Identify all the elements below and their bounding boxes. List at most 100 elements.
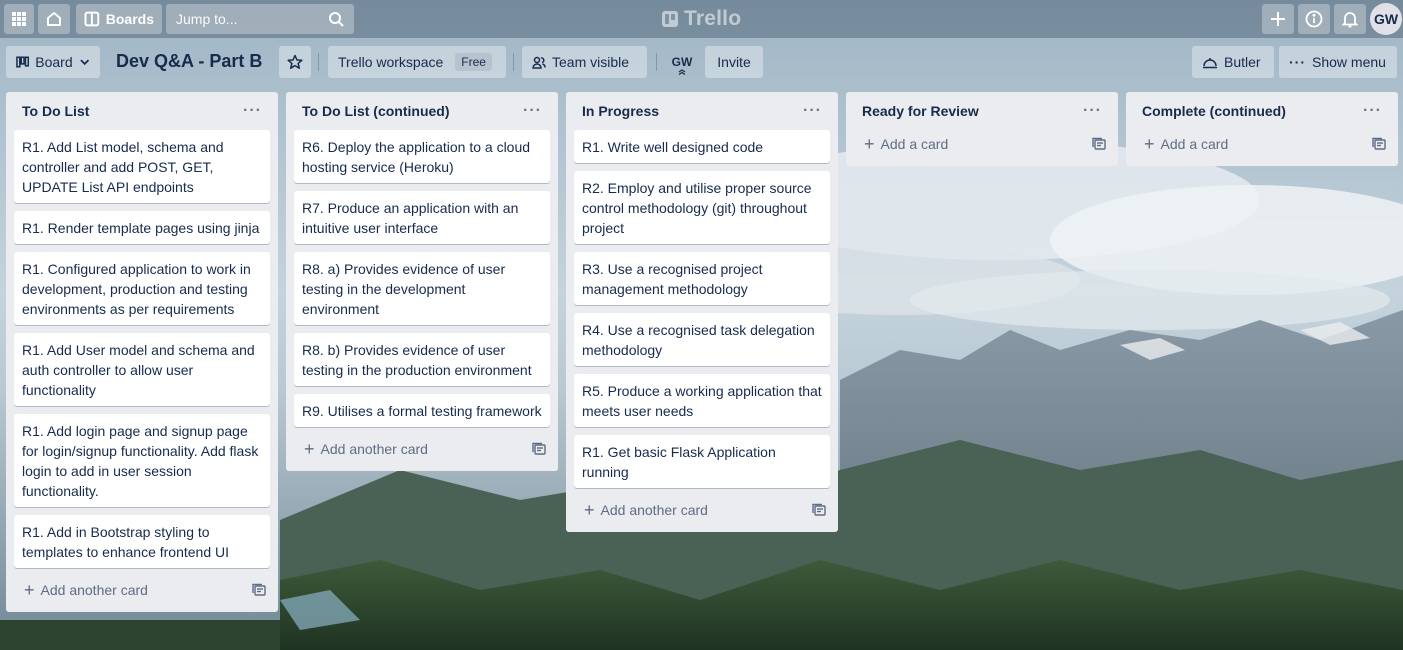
card[interactable]: R6. Deploy the application to a cloud ho… [294,130,550,183]
visibility-button[interactable]: Team visible [522,46,647,78]
list-in-progress: In Progress ··· R1. Write well designed … [566,92,838,532]
search-placeholder: Jump to... [176,11,238,27]
plus-icon: + [304,439,315,459]
card[interactable]: R1. Configured application to work in de… [14,252,270,325]
grid-icon [12,12,26,26]
add-card-button[interactable]: + Add another card [294,435,550,463]
card[interactable]: R1. Get basic Flask Application running [574,435,830,488]
list-complete-continued: Complete (continued) ··· + Add a card [1126,92,1398,166]
workspace-button[interactable]: Trello workspace Free [328,46,506,78]
add-card-label: Add a card [1160,136,1229,152]
list-title[interactable]: To Do List [22,103,89,119]
card[interactable]: R8. b) Provides evidence of user testing… [294,333,550,386]
list-title[interactable]: In Progress [582,103,659,119]
list-header[interactable]: In Progress ··· [574,92,830,130]
chevron-down-icon [79,59,89,66]
board-view-switcher[interactable]: Board [6,46,100,78]
card[interactable]: R4. Use a recognised task delegation met… [574,313,830,366]
card[interactable]: R1. Add List model, schema and controlle… [14,130,270,203]
card[interactable]: R7. Produce an application with an intui… [294,191,550,244]
list-menu-icon[interactable]: ··· [1083,103,1102,119]
card[interactable]: R8. a) Provides evidence of user testing… [294,252,550,325]
list-menu-icon[interactable]: ··· [803,103,822,119]
card[interactable]: R1. Render template pages using jinja [14,211,270,244]
list-ready-for-review: Ready for Review ··· + Add a card [846,92,1118,166]
card-template-icon[interactable] [812,503,826,517]
add-card-label: Add another card [600,502,708,518]
plus-icon: + [864,134,875,154]
butler-button[interactable]: Butler [1192,46,1274,78]
board-member-avatar[interactable]: GW [668,51,696,79]
card[interactable]: R1. Add login page and signup page for l… [14,414,270,507]
add-card-label: Add a card [880,136,949,152]
invite-button[interactable]: Invite [705,46,763,78]
card-template-icon[interactable] [252,583,266,597]
visibility-label: Team visible [552,54,630,70]
list-header[interactable]: To Do List (continued) ··· [294,92,550,130]
workspace-label: Trello workspace [338,54,444,70]
header-divider [318,53,319,71]
list-title[interactable]: Ready for Review [862,103,979,119]
search-icon [329,12,344,27]
list-header[interactable]: Ready for Review ··· [854,92,1110,130]
butler-icon [1203,58,1217,69]
card[interactable]: R1. Write well designed code [574,130,830,163]
card[interactable]: R1. Add in Bootstrap styling to template… [14,515,270,568]
list-header[interactable]: Complete (continued) ··· [1134,92,1390,130]
card-template-icon[interactable] [1372,137,1386,151]
list-header[interactable]: To Do List ··· [14,92,270,130]
board-title[interactable]: Dev Q&A - Part B [116,51,262,72]
board-header: Board Dev Q&A - Part B Trello workspace … [0,38,1403,88]
list-to-do: To Do List ··· R1. Add List model, schem… [6,92,278,612]
home-icon [47,12,61,26]
app-switcher-button[interactable] [4,4,34,34]
list-menu-icon[interactable]: ··· [523,103,542,119]
list-to-do-continued: To Do List (continued) ··· R6. Deploy th… [286,92,558,471]
add-card-button[interactable]: + Add another card [14,576,270,604]
add-card-button[interactable]: + Add a card [854,130,1110,158]
butler-label: Butler [1224,54,1261,70]
info-icon [1305,10,1323,28]
search-input[interactable]: Jump to... [166,4,354,34]
top-nav-bar: Boards Jump to... Trello GW [0,0,1403,38]
home-button[interactable] [38,4,70,34]
add-card-button[interactable]: + Add another card [574,496,830,524]
trello-logo[interactable]: Trello [662,6,741,32]
header-divider [513,53,514,71]
star-icon [287,54,303,69]
create-button[interactable] [1262,4,1294,34]
card-template-icon[interactable] [1092,137,1106,151]
list-menu-icon[interactable]: ··· [1363,103,1382,119]
user-avatar[interactable]: GW [1370,3,1402,35]
member-initials: GW [671,55,693,69]
board-view-label: Board [35,54,73,70]
header-divider [656,53,657,71]
more-icon: ··· [1289,54,1306,70]
star-button[interactable] [279,46,311,78]
card[interactable]: R3. Use a recognised project management … [574,252,830,305]
notifications-button[interactable] [1334,4,1366,34]
add-card-label: Add another card [40,582,148,598]
card[interactable]: R5. Produce a working application that m… [574,374,830,427]
bell-icon [1342,12,1358,28]
plus-icon: + [24,580,35,600]
card[interactable]: R9. Utilises a formal testing framework [294,394,550,427]
plus-icon: + [584,500,595,520]
card[interactable]: R1. Add User model and schema and auth c… [14,333,270,406]
list-title[interactable]: Complete (continued) [1142,103,1286,119]
show-menu-label: Show menu [1312,54,1386,70]
show-menu-button[interactable]: ··· Show menu [1279,46,1397,78]
add-card-button[interactable]: + Add a card [1134,130,1390,158]
card[interactable]: R2. Employ and utilise proper source con… [574,171,830,244]
board-icon [84,11,100,27]
team-icon [532,56,546,69]
list-menu-icon[interactable]: ··· [243,103,262,119]
card-template-icon[interactable] [532,442,546,456]
plus-icon: + [1144,134,1155,154]
admin-chevron-icon [678,69,686,75]
boards-button[interactable]: Boards [76,4,162,34]
workspace-plan-badge: Free [455,53,492,71]
list-title[interactable]: To Do List (continued) [302,103,450,119]
trello-logo-icon [662,11,678,27]
info-button[interactable] [1298,4,1330,34]
